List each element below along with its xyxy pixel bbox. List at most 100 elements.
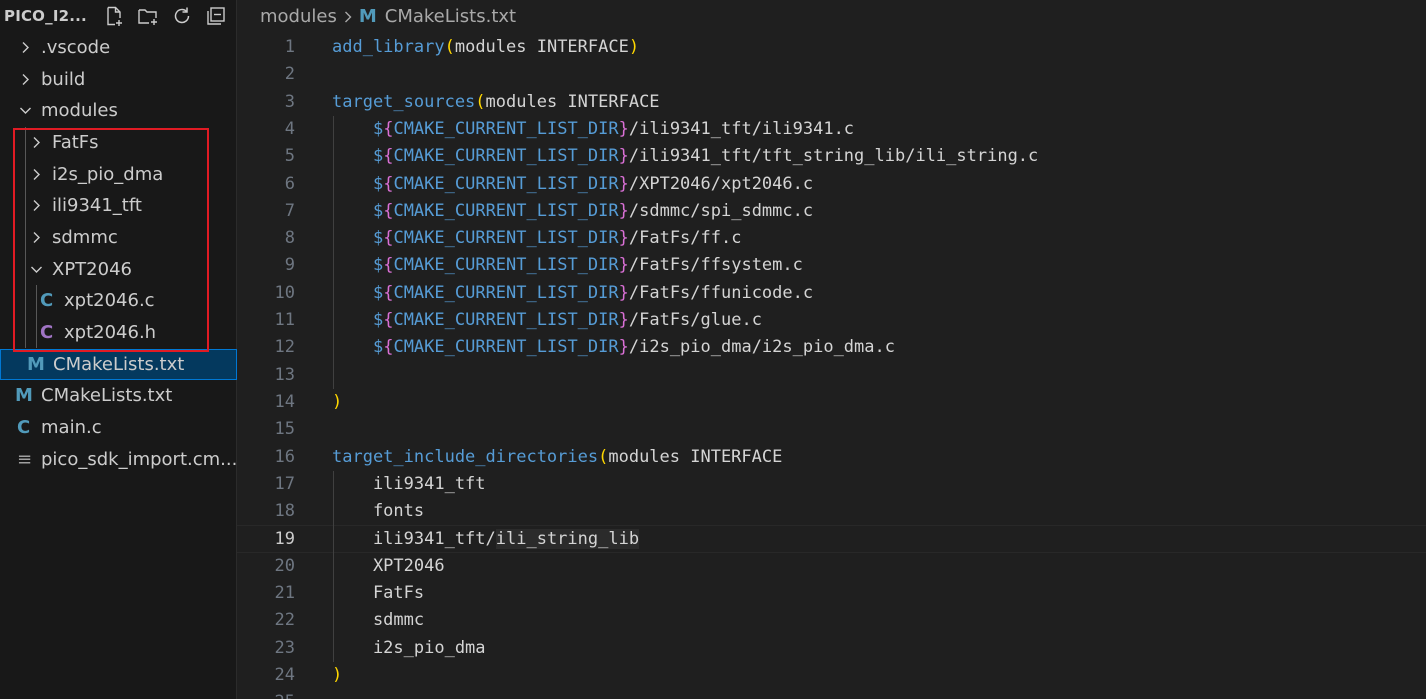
- code-line[interactable]: 18 fonts: [237, 498, 1426, 525]
- tree-item-label: build: [41, 69, 86, 90]
- code-line[interactable]: 6 ${CMAKE_CURRENT_LIST_DIR}/XPT2046/xpt2…: [237, 171, 1426, 198]
- code-text: sdmmc: [332, 607, 424, 634]
- code-line[interactable]: 14): [237, 389, 1426, 416]
- line-number: 17: [274, 473, 295, 494]
- code-token: /FatFs/glue.c: [628, 310, 762, 330]
- code-line[interactable]: 23 i2s_pio_dma: [237, 635, 1426, 662]
- code-line[interactable]: 3 target_sources(modules INTERFACE: [237, 89, 1426, 116]
- code-line[interactable]: 22 sdmmc: [237, 607, 1426, 634]
- code-line[interactable]: 11 ${CMAKE_CURRENT_LIST_DIR}/FatFs/glue.…: [237, 307, 1426, 334]
- code-line[interactable]: 10 ${CMAKE_CURRENT_LIST_DIR}/FatFs/ffuni…: [237, 280, 1426, 307]
- code-text: ${CMAKE_CURRENT_LIST_DIR}/ili9341_tft/tf…: [332, 143, 1038, 170]
- refresh-icon[interactable]: [171, 5, 193, 27]
- code-line[interactable]: 1 add_library(modules INTERFACE): [237, 34, 1426, 61]
- line-number: 10: [274, 282, 295, 303]
- new-folder-icon[interactable]: [137, 5, 159, 27]
- code-editor[interactable]: modules M CMakeLists.txt 1 add_library(modu…: [237, 0, 1426, 699]
- code-line[interactable]: 7 ${CMAKE_CURRENT_LIST_DIR}/sdmmc/spi_sd…: [237, 198, 1426, 225]
- code-line[interactable]: 2: [237, 61, 1426, 88]
- code-line[interactable]: 17 ili9341_tft: [237, 471, 1426, 498]
- code-token: (: [475, 91, 486, 112]
- code-line[interactable]: 25: [237, 689, 1426, 699]
- code-text: ${CMAKE_CURRENT_LIST_DIR}/i2s_pio_dma/i2…: [332, 334, 895, 361]
- line-number: 11: [274, 310, 295, 330]
- tree-folder-modules[interactable]: modules: [0, 95, 237, 126]
- cmake-file-icon: M: [358, 6, 377, 27]
- code-token: $: [372, 118, 384, 139]
- code-token: ili9341_tft: [332, 473, 486, 494]
- tree-folder-vscode[interactable]: .vscode: [0, 32, 237, 63]
- line-number: 9: [284, 255, 295, 276]
- code-token: ): [332, 391, 343, 412]
- c-file-icon: C: [17, 417, 31, 438]
- breadcrumb-file[interactable]: CMakeLists.txt: [385, 6, 516, 27]
- tree-file-root-cmakelists[interactable]: M CMakeLists.txt: [0, 380, 237, 411]
- code-token: }: [618, 255, 629, 276]
- tree-folder-build[interactable]: build: [0, 64, 237, 95]
- code-token: CMAKE_CURRENT_LIST_DIR: [393, 146, 619, 167]
- tree-file-modules-cmakelists[interactable]: M CMakeLists.txt: [0, 349, 237, 380]
- tree-file-pico-sdk-import[interactable]: ≡ pico_sdk_import.cm...: [0, 444, 237, 475]
- code-token: CMAKE_CURRENT_LIST_DIR: [393, 118, 619, 139]
- line-number: 15: [274, 419, 295, 440]
- code-text: ${CMAKE_CURRENT_LIST_DIR}/FatFs/glue.c: [332, 307, 762, 334]
- code-line[interactable]: 15: [237, 416, 1426, 443]
- breadcrumb-folder[interactable]: modules: [260, 6, 337, 27]
- code-token: /FatFs/ffunicode.c: [628, 282, 814, 303]
- code-token: }: [618, 118, 629, 139]
- line-number: 22: [274, 610, 295, 631]
- code-line[interactable]: 4 ${CMAKE_CURRENT_LIST_DIR}/ili9341_tft/…: [237, 116, 1426, 143]
- code-token: CMAKE_CURRENT_LIST_DIR: [393, 310, 619, 330]
- text-file-icon: ≡: [17, 449, 33, 470]
- collapse-all-icon[interactable]: [205, 5, 227, 27]
- code-token: {: [383, 255, 394, 276]
- code-line[interactable]: 12 ${CMAKE_CURRENT_LIST_DIR}/i2s_pio_dma…: [237, 334, 1426, 361]
- code-token: {: [383, 228, 394, 249]
- code-text: ${CMAKE_CURRENT_LIST_DIR}/sdmmc/spi_sdmm…: [332, 198, 813, 225]
- code-line[interactable]: 5 ${CMAKE_CURRENT_LIST_DIR}/ili9341_tft/…: [237, 143, 1426, 170]
- code-token: ili9341_tft/: [332, 529, 496, 550]
- code-line[interactable]: 24): [237, 662, 1426, 689]
- code-text: ili9341_tft/ili_string_lib: [332, 526, 640, 553]
- code-token: (: [598, 446, 609, 467]
- code-token: XPT2046: [332, 555, 445, 576]
- code-text: ${CMAKE_CURRENT_LIST_DIR}/FatFs/ff.c: [332, 225, 742, 252]
- code-token: add_library: [332, 37, 445, 57]
- new-file-icon[interactable]: [103, 5, 125, 27]
- project-title[interactable]: PICO_I2...: [4, 7, 87, 25]
- tree-item-label: pico_sdk_import.cm...: [41, 449, 237, 470]
- code-token: CMAKE_CURRENT_LIST_DIR: [393, 228, 619, 249]
- code-line[interactable]: 8 ${CMAKE_CURRENT_LIST_DIR}/FatFs/ff.c: [237, 225, 1426, 252]
- line-number: 14: [274, 391, 295, 412]
- code-text: target_include_directories(modules INTER…: [332, 444, 782, 471]
- cmake-file-icon: M: [27, 354, 45, 375]
- line-number: 8: [284, 228, 295, 249]
- line-number: 6: [284, 173, 295, 194]
- code-token: $: [372, 282, 384, 303]
- code-line[interactable]: 16 target_include_directories(modules INT…: [237, 444, 1426, 471]
- code-token: modules INTERFACE: [485, 91, 660, 112]
- breadcrumb: modules M CMakeLists.txt: [260, 5, 516, 29]
- code-token: }: [618, 146, 629, 167]
- indent-guide: [333, 115, 334, 389]
- code-token: CMAKE_CURRENT_LIST_DIR: [393, 282, 619, 303]
- code-token: {: [383, 310, 394, 330]
- code-line[interactable]: 9 ${CMAKE_CURRENT_LIST_DIR}/FatFs/ffsyst…: [237, 252, 1426, 279]
- line-number: 7: [284, 200, 295, 221]
- tree-file-main-c[interactable]: C main.c: [0, 412, 237, 443]
- code-token: CMAKE_CURRENT_LIST_DIR: [393, 173, 619, 194]
- code-line[interactable]: 21 FatFs: [237, 580, 1426, 607]
- code-token: {: [383, 337, 394, 358]
- code-text: FatFs: [332, 580, 424, 607]
- line-number: 16: [274, 446, 295, 467]
- code-line[interactable]: 13: [237, 362, 1426, 389]
- code-token: i2s_pio_dma: [332, 637, 486, 658]
- code-line[interactable]: 20 XPT2046: [237, 553, 1426, 580]
- code-token: {: [383, 173, 394, 194]
- code-line[interactable]: 19 ili9341_tft/ili_string_lib: [237, 525, 1426, 553]
- code-text: ${CMAKE_CURRENT_LIST_DIR}/XPT2046/xpt204…: [332, 171, 813, 198]
- line-number: 13: [274, 364, 295, 385]
- code-token: modules INTERFACE: [454, 37, 629, 57]
